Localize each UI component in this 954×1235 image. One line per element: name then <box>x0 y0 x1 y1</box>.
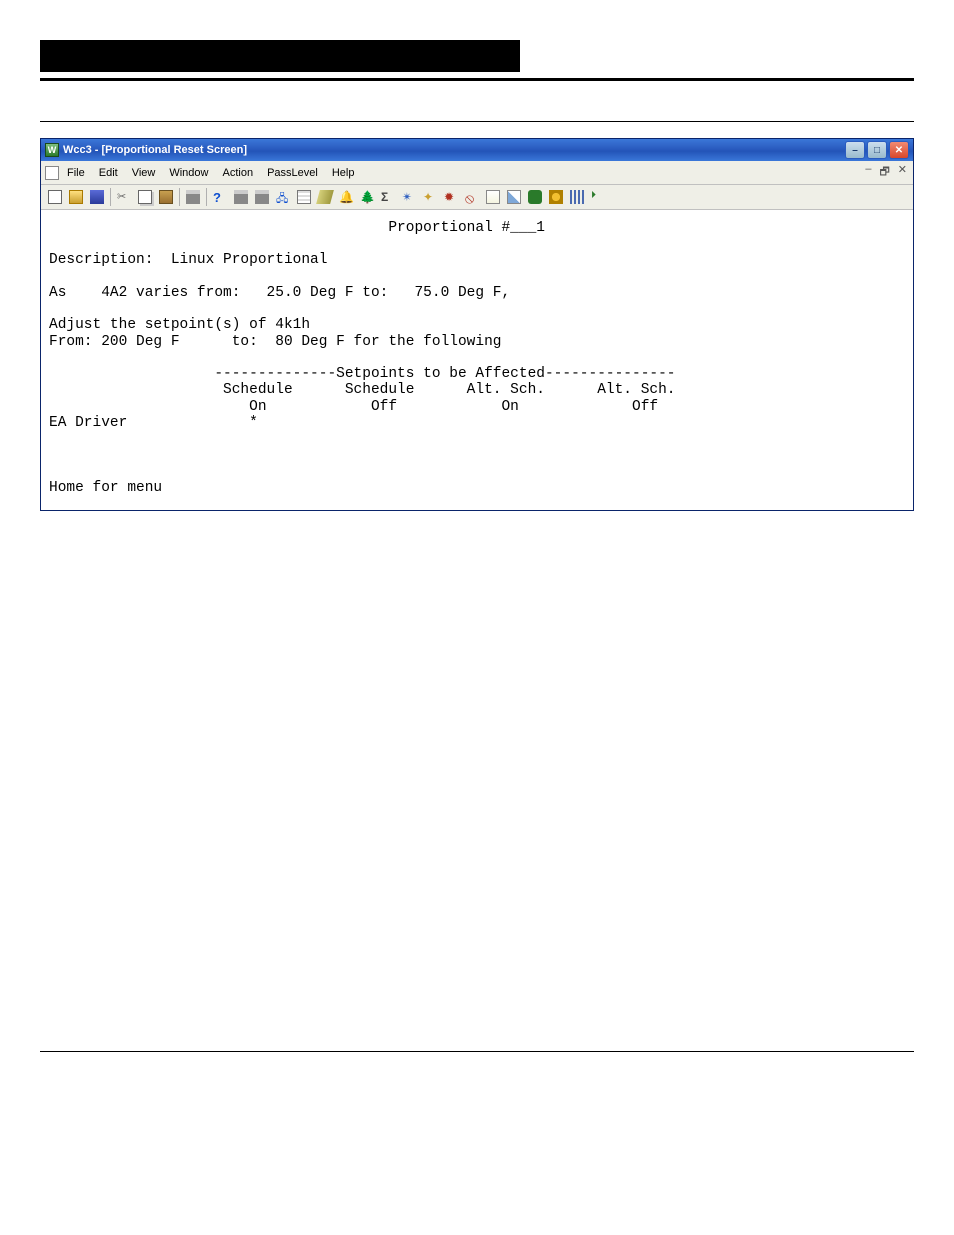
tool-note-icon[interactable] <box>483 187 503 207</box>
tool-cut-icon[interactable]: ✂ <box>114 187 134 207</box>
tool-transfer-icon[interactable]: 🖧 <box>273 187 293 207</box>
footer <box>0 1051 954 1086</box>
menu-view[interactable]: View <box>126 166 162 180</box>
toolbar-sep <box>110 188 111 206</box>
mdi-close-button[interactable]: ✕ <box>896 163 909 182</box>
menu-passlevel[interactable]: PassLevel <box>261 166 324 180</box>
tool-history-icon[interactable] <box>567 187 587 207</box>
footer-rule <box>40 1051 914 1052</box>
window-title: Wcc3 - [Proportional Reset Screen] <box>63 144 247 156</box>
mdi-minimize-button[interactable]: – <box>863 163 873 182</box>
tool-chart-icon[interactable] <box>504 187 524 207</box>
tool-spark-icon[interactable]: ✦ <box>420 187 440 207</box>
header-black-banner <box>40 40 520 72</box>
tool-bug-icon[interactable]: ✹ <box>441 187 461 207</box>
term-as-line: As 4A2 varies from: 25.0 Deg F to: 75.0 … <box>49 285 510 301</box>
tool-wand-icon[interactable]: ✴ <box>399 187 419 207</box>
header-rule-thin <box>40 121 914 122</box>
term-title: Proportional #___1 <box>49 220 545 236</box>
term-description: Description: Linux Proportional <box>49 252 327 268</box>
menu-help[interactable]: Help <box>326 166 361 180</box>
menu-edit[interactable]: Edit <box>93 166 124 180</box>
menu-file[interactable]: File <box>61 166 91 180</box>
tool-stop-icon[interactable]: ⦸ <box>462 187 482 207</box>
tool-new-icon[interactable] <box>45 187 65 207</box>
tool-sigma-icon[interactable]: Σ <box>378 187 398 207</box>
term-setpoints-header: --------------Setpoints to be Affected--… <box>49 366 676 382</box>
tool-paste-icon[interactable] <box>156 187 176 207</box>
tool-badge-icon[interactable] <box>525 187 545 207</box>
term-setpoints-cols1: Schedule Schedule Alt. Sch. Alt. Sch. <box>49 382 676 398</box>
menu-bar: File Edit View Window Action PassLevel H… <box>41 161 913 185</box>
tool-save-icon[interactable] <box>87 187 107 207</box>
tool-print-icon[interactable] <box>183 187 203 207</box>
toolbar: ✂ ? 🖧 🔔 🌲 Σ ✴ ✦ ✹ ⦸ ⏵ <box>41 185 913 210</box>
tool-tree-icon[interactable]: 🌲 <box>357 187 377 207</box>
tool-tag-icon[interactable] <box>315 187 335 207</box>
tool-record-icon[interactable] <box>546 187 566 207</box>
app-window: W Wcc3 - [Proportional Reset Screen] – □… <box>40 138 914 511</box>
tool-alarm-icon[interactable]: 🔔 <box>336 187 356 207</box>
document-icon <box>45 166 59 180</box>
term-setpoints-row: EA Driver * <box>49 415 258 431</box>
tool-stack-icon[interactable] <box>294 187 314 207</box>
toolbar-sep <box>179 188 180 206</box>
menu-window[interactable]: Window <box>163 166 214 180</box>
app-icon: W <box>45 143 59 157</box>
maximize-button[interactable]: □ <box>867 141 887 159</box>
close-button[interactable]: ✕ <box>889 141 909 159</box>
tool-open-icon[interactable] <box>66 187 86 207</box>
title-bar: W Wcc3 - [Proportional Reset Screen] – □… <box>41 139 913 161</box>
term-adjust-line: Adjust the setpoint(s) of 4k1h <box>49 317 310 333</box>
minimize-button[interactable]: – <box>845 141 865 159</box>
tool-print-preview-icon[interactable] <box>252 187 272 207</box>
tool-print-setup-icon[interactable] <box>231 187 251 207</box>
tool-collapse-icon[interactable]: ⏵ <box>588 187 608 207</box>
menu-action[interactable]: Action <box>216 166 259 180</box>
term-setpoints-cols2: On Off On Off <box>49 399 658 415</box>
terminal-area: Proportional #___1 Description: Linux Pr… <box>41 210 913 510</box>
term-from-line: From: 200 Deg F to: 80 Deg F for the fol… <box>49 334 501 350</box>
term-home: Home for menu <box>49 480 162 496</box>
tool-copy-icon[interactable] <box>135 187 155 207</box>
tool-help-icon[interactable]: ? <box>210 187 230 207</box>
mdi-restore-button[interactable]: 🗗 <box>877 163 891 182</box>
toolbar-sep <box>206 188 207 206</box>
